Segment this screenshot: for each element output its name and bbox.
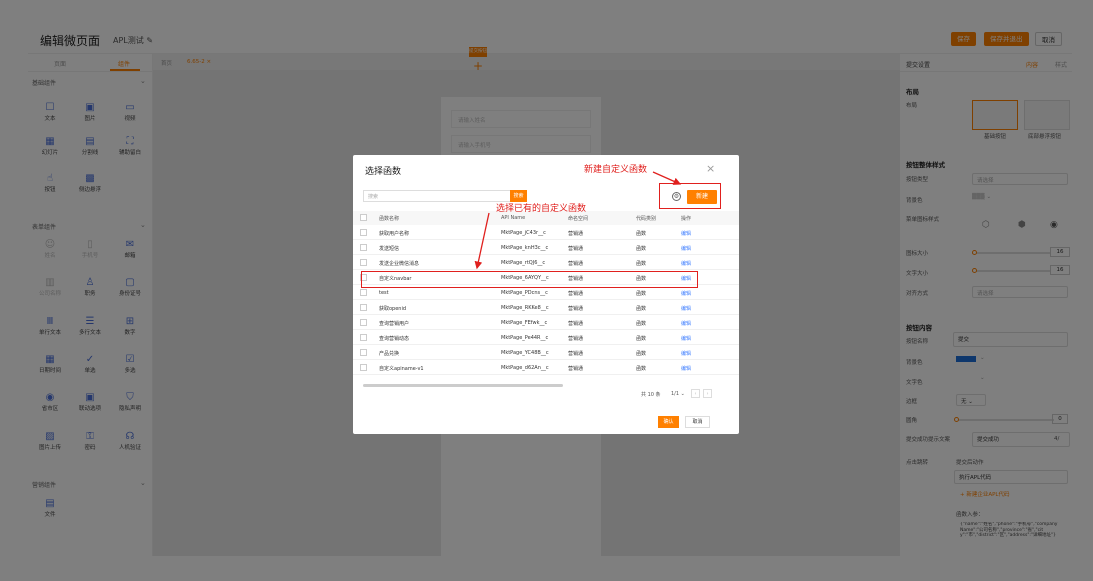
annotation-new-function: 新建自定义函数 xyxy=(584,165,648,175)
edit-link[interactable]: 编辑 xyxy=(681,230,691,237)
table-row[interactable]: 查询营销动态 MktPage_Pe44R__c 营销通 函数 编辑 xyxy=(353,330,739,345)
function-category: 函数 xyxy=(636,336,647,342)
row-checkbox[interactable] xyxy=(360,229,367,236)
function-api-name: MktPage_knH3c__c xyxy=(501,245,549,251)
function-api-name: MktPage_PDcns__c xyxy=(501,290,548,296)
function-name: 自定义apiname-v1 xyxy=(379,366,424,372)
function-category: 函数 xyxy=(636,231,647,237)
function-namespace: 营销通 xyxy=(568,321,584,327)
function-name: 发送企业微信消息 xyxy=(379,261,420,267)
function-name: 获取用户名称 xyxy=(379,231,410,237)
edit-link[interactable]: 编辑 xyxy=(681,350,691,357)
function-namespace: 营销通 xyxy=(568,261,584,267)
horizontal-scrollbar[interactable] xyxy=(363,384,563,387)
row-checkbox[interactable] xyxy=(360,349,367,356)
col-category: 代码类别 xyxy=(636,216,657,222)
edit-link[interactable]: 编辑 xyxy=(681,365,691,372)
row-checkbox[interactable] xyxy=(360,364,367,371)
function-api-name: MktPage_rtQJ6__c xyxy=(501,260,546,266)
col-action: 操作 xyxy=(681,216,692,222)
function-search-input[interactable]: 搜索 xyxy=(363,190,511,202)
function-name: 发送短信 xyxy=(379,246,400,252)
confirm-button[interactable]: 确认 xyxy=(658,416,679,428)
dialog-cancel-button[interactable]: 取消 xyxy=(685,416,710,428)
edit-link[interactable]: 编辑 xyxy=(681,335,691,342)
table-row[interactable]: 获取openid MktPage_RKKe8__c 营销通 函数 编辑 xyxy=(353,300,739,315)
function-namespace: 营销通 xyxy=(568,291,584,297)
function-category: 函数 xyxy=(636,321,647,327)
function-namespace: 营销通 xyxy=(568,231,584,237)
function-name: 查询营销用户 xyxy=(379,321,410,327)
function-namespace: 营销通 xyxy=(568,366,584,372)
function-name: 获取openid xyxy=(379,306,407,312)
page-indicator[interactable]: 1/1 ⌄ xyxy=(671,391,685,397)
select-all-checkbox[interactable] xyxy=(360,214,367,221)
function-category: 函数 xyxy=(636,306,647,312)
col-name: 函数名称 xyxy=(379,216,400,222)
dialog-title: 选择函数 xyxy=(365,167,402,177)
table-row[interactable]: 自定义apiname-v1 MktPage_d62An__c 营销通 函数 编辑 xyxy=(353,360,739,375)
function-category: 函数 xyxy=(636,246,647,252)
row-checkbox[interactable] xyxy=(360,289,367,296)
edit-link[interactable]: 编辑 xyxy=(681,305,691,312)
edit-link[interactable]: 编辑 xyxy=(681,290,691,297)
col-api-name: API Name xyxy=(501,215,526,221)
total-count: 共 10 条 xyxy=(641,392,661,398)
prev-page-button[interactable]: ‹ xyxy=(691,389,700,398)
function-category: 函数 xyxy=(636,351,647,357)
table-row[interactable]: 发送短信 MktPage_knH3c__c 营销通 函数 编辑 xyxy=(353,240,739,255)
function-namespace: 营销通 xyxy=(568,351,584,357)
function-namespace: 营销通 xyxy=(568,246,584,252)
function-name: test xyxy=(379,290,389,296)
row-checkbox[interactable] xyxy=(360,304,367,311)
selected-row-highlight xyxy=(361,271,698,288)
close-icon[interactable]: × xyxy=(706,162,715,175)
next-page-button[interactable]: › xyxy=(703,389,712,398)
table-row[interactable]: 产品兑换 MktPage_YC48B__c 营销通 函数 编辑 xyxy=(353,345,739,360)
row-checkbox[interactable] xyxy=(360,244,367,251)
edit-link[interactable]: 编辑 xyxy=(681,320,691,327)
function-category: 函数 xyxy=(636,261,647,267)
row-checkbox[interactable] xyxy=(360,334,367,341)
col-namespace: 命名空间 xyxy=(568,216,589,222)
function-api-name: MktPage_RKKe8__c xyxy=(501,305,549,311)
function-namespace: 营销通 xyxy=(568,336,584,342)
function-api-name: MktPage_d62An__c xyxy=(501,365,549,371)
function-category: 函数 xyxy=(636,366,647,372)
function-name: 查询营销动态 xyxy=(379,336,410,342)
function-api-name: MktPage_YC48B__c xyxy=(501,350,549,356)
table-row[interactable]: 发送企业微信消息 MktPage_rtQJ6__c 营销通 函数 编辑 xyxy=(353,255,739,270)
edit-link[interactable]: 编辑 xyxy=(681,260,691,267)
table-row[interactable]: 查询营销用户 MktPage_FEfwk__c 营销通 函数 编辑 xyxy=(353,315,739,330)
function-api-name: MktPage_FEfwk__c xyxy=(501,320,548,326)
new-function-highlight xyxy=(659,183,721,209)
row-checkbox[interactable] xyxy=(360,259,367,266)
table-row[interactable]: 获取用户名称 MktPage_jC43r__c 营销通 函数 编辑 xyxy=(353,225,739,240)
annotation-select-existing: 选择已有的自定义函数 xyxy=(496,204,587,214)
function-api-name: MktPage_jC43r__c xyxy=(501,230,546,236)
function-api-name: MktPage_Pe44R__c xyxy=(501,335,549,341)
function-category: 函数 xyxy=(636,291,647,297)
function-namespace: 营销通 xyxy=(568,306,584,312)
row-checkbox[interactable] xyxy=(360,319,367,326)
function-name: 产品兑换 xyxy=(379,351,400,357)
edit-link[interactable]: 编辑 xyxy=(681,245,691,252)
